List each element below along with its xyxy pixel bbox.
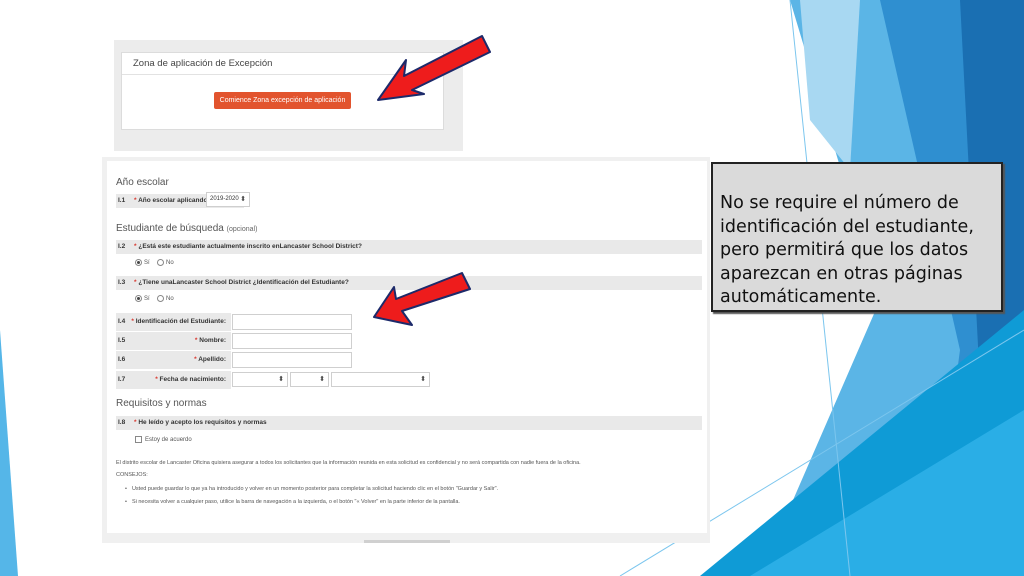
has-id-yes-radio[interactable]: Sí: [135, 295, 150, 302]
last-name-label-cell: I.6 * Apellido:: [116, 351, 231, 369]
question-number: I.2: [118, 243, 126, 250]
has-id-question-row: I.3 * ¿Tiene unaLancaster School Distric…: [116, 276, 702, 290]
enrolled-yes-radio[interactable]: Sí: [135, 259, 150, 266]
radio-icon: [157, 259, 164, 266]
select-caret-icon: ⬍: [420, 376, 426, 383]
bottom-tab-edge: [364, 540, 450, 543]
exception-zone-card: Zona de aplicación de Excepción Comience…: [121, 52, 444, 130]
first-name-label-cell: I.5 * Nombre:: [116, 332, 231, 350]
student-id-label: * Identificación del Estudiante:: [131, 318, 226, 325]
select-caret-icon: ⬍: [319, 376, 325, 383]
requirements-title: Requisitos y normas: [116, 398, 207, 409]
question-number: I.7: [118, 376, 126, 383]
application-form-screenshot: Año escolar I.1 * Año escolar aplicando:…: [102, 157, 710, 543]
question-number: I.4: [118, 318, 126, 325]
radio-icon: [157, 295, 164, 302]
first-name-input[interactable]: [232, 333, 352, 349]
student-id-label-cell: I.4 * Identificación del Estudiante:: [116, 313, 231, 331]
requirements-row: I.8 * He leído y acepto los requisitos y…: [116, 416, 702, 430]
requirements-link[interactable]: requisitos y normas: [205, 419, 267, 426]
question-number: I.1: [118, 197, 126, 204]
select-caret-icon: ⬍: [240, 196, 246, 203]
enrolled-question-label: * ¿Está este estudiante actualmente insc…: [134, 243, 362, 250]
note-box: No se require el número de identificació…: [711, 162, 1003, 312]
question-number: I.3: [118, 279, 126, 286]
question-number: I.5: [118, 337, 126, 344]
has-id-no-radio[interactable]: No: [157, 295, 174, 302]
application-form: Año escolar I.1 * Año escolar aplicando:…: [107, 161, 707, 533]
birth-date-label-cell: I.7 * Fecha de nacimiento:: [116, 371, 231, 389]
birth-date-label: * Fecha de nacimiento:: [155, 376, 226, 383]
birth-day-select[interactable]: ⬍: [290, 372, 329, 387]
first-name-label: * Nombre:: [194, 337, 226, 344]
exception-zone-title: Zona de aplicación de Excepción: [122, 53, 443, 75]
student-search-title: Estudiante de búsqueda (opcional): [116, 223, 258, 234]
radio-icon: [135, 295, 142, 302]
tips-title: CONSEJOS:: [116, 472, 148, 478]
radio-icon: [135, 259, 142, 266]
school-year-label: * Año escolar aplicando:: [134, 197, 210, 204]
checkbox-icon: [135, 436, 142, 443]
select-caret-icon: ⬍: [278, 376, 284, 383]
confidentiality-notice: El distrito escolar de Lancaster Oficina…: [116, 460, 581, 466]
enrolled-question-row: I.2 * ¿Está este estudiante actualmente …: [116, 240, 702, 254]
birth-month-select[interactable]: ⬍: [232, 372, 288, 387]
requirements-label: * He leído y acepto los requisitos y nor…: [134, 419, 267, 426]
school-year-title: Año escolar: [116, 177, 169, 188]
student-id-input[interactable]: [232, 314, 352, 330]
school-year-select[interactable]: 2019-2020 ⬍: [206, 192, 250, 207]
tip-item: Usted puede guardar lo que ya ha introdu…: [125, 486, 498, 492]
agree-checkbox[interactable]: Estoy de acuerdo: [135, 436, 192, 443]
start-exception-button[interactable]: Comience Zona excepción de aplicación: [214, 92, 351, 109]
last-name-label: * Apellido:: [194, 356, 226, 363]
question-number: I.8: [118, 419, 126, 426]
birth-year-select[interactable]: ⬍: [331, 372, 430, 387]
note-text: No se require el número de identificació…: [720, 193, 974, 307]
question-number: I.6: [118, 356, 126, 363]
has-id-question-label: * ¿Tiene unaLancaster School District ¿I…: [134, 279, 349, 286]
exception-zone-panel: Zona de aplicación de Excepción Comience…: [114, 40, 463, 151]
tip-item: Si necesita volver a cualquier paso, uti…: [125, 499, 460, 505]
last-name-input[interactable]: [232, 352, 352, 368]
enrolled-no-radio[interactable]: No: [157, 259, 174, 266]
slide: Zona de aplicación de Excepción Comience…: [0, 0, 1024, 576]
